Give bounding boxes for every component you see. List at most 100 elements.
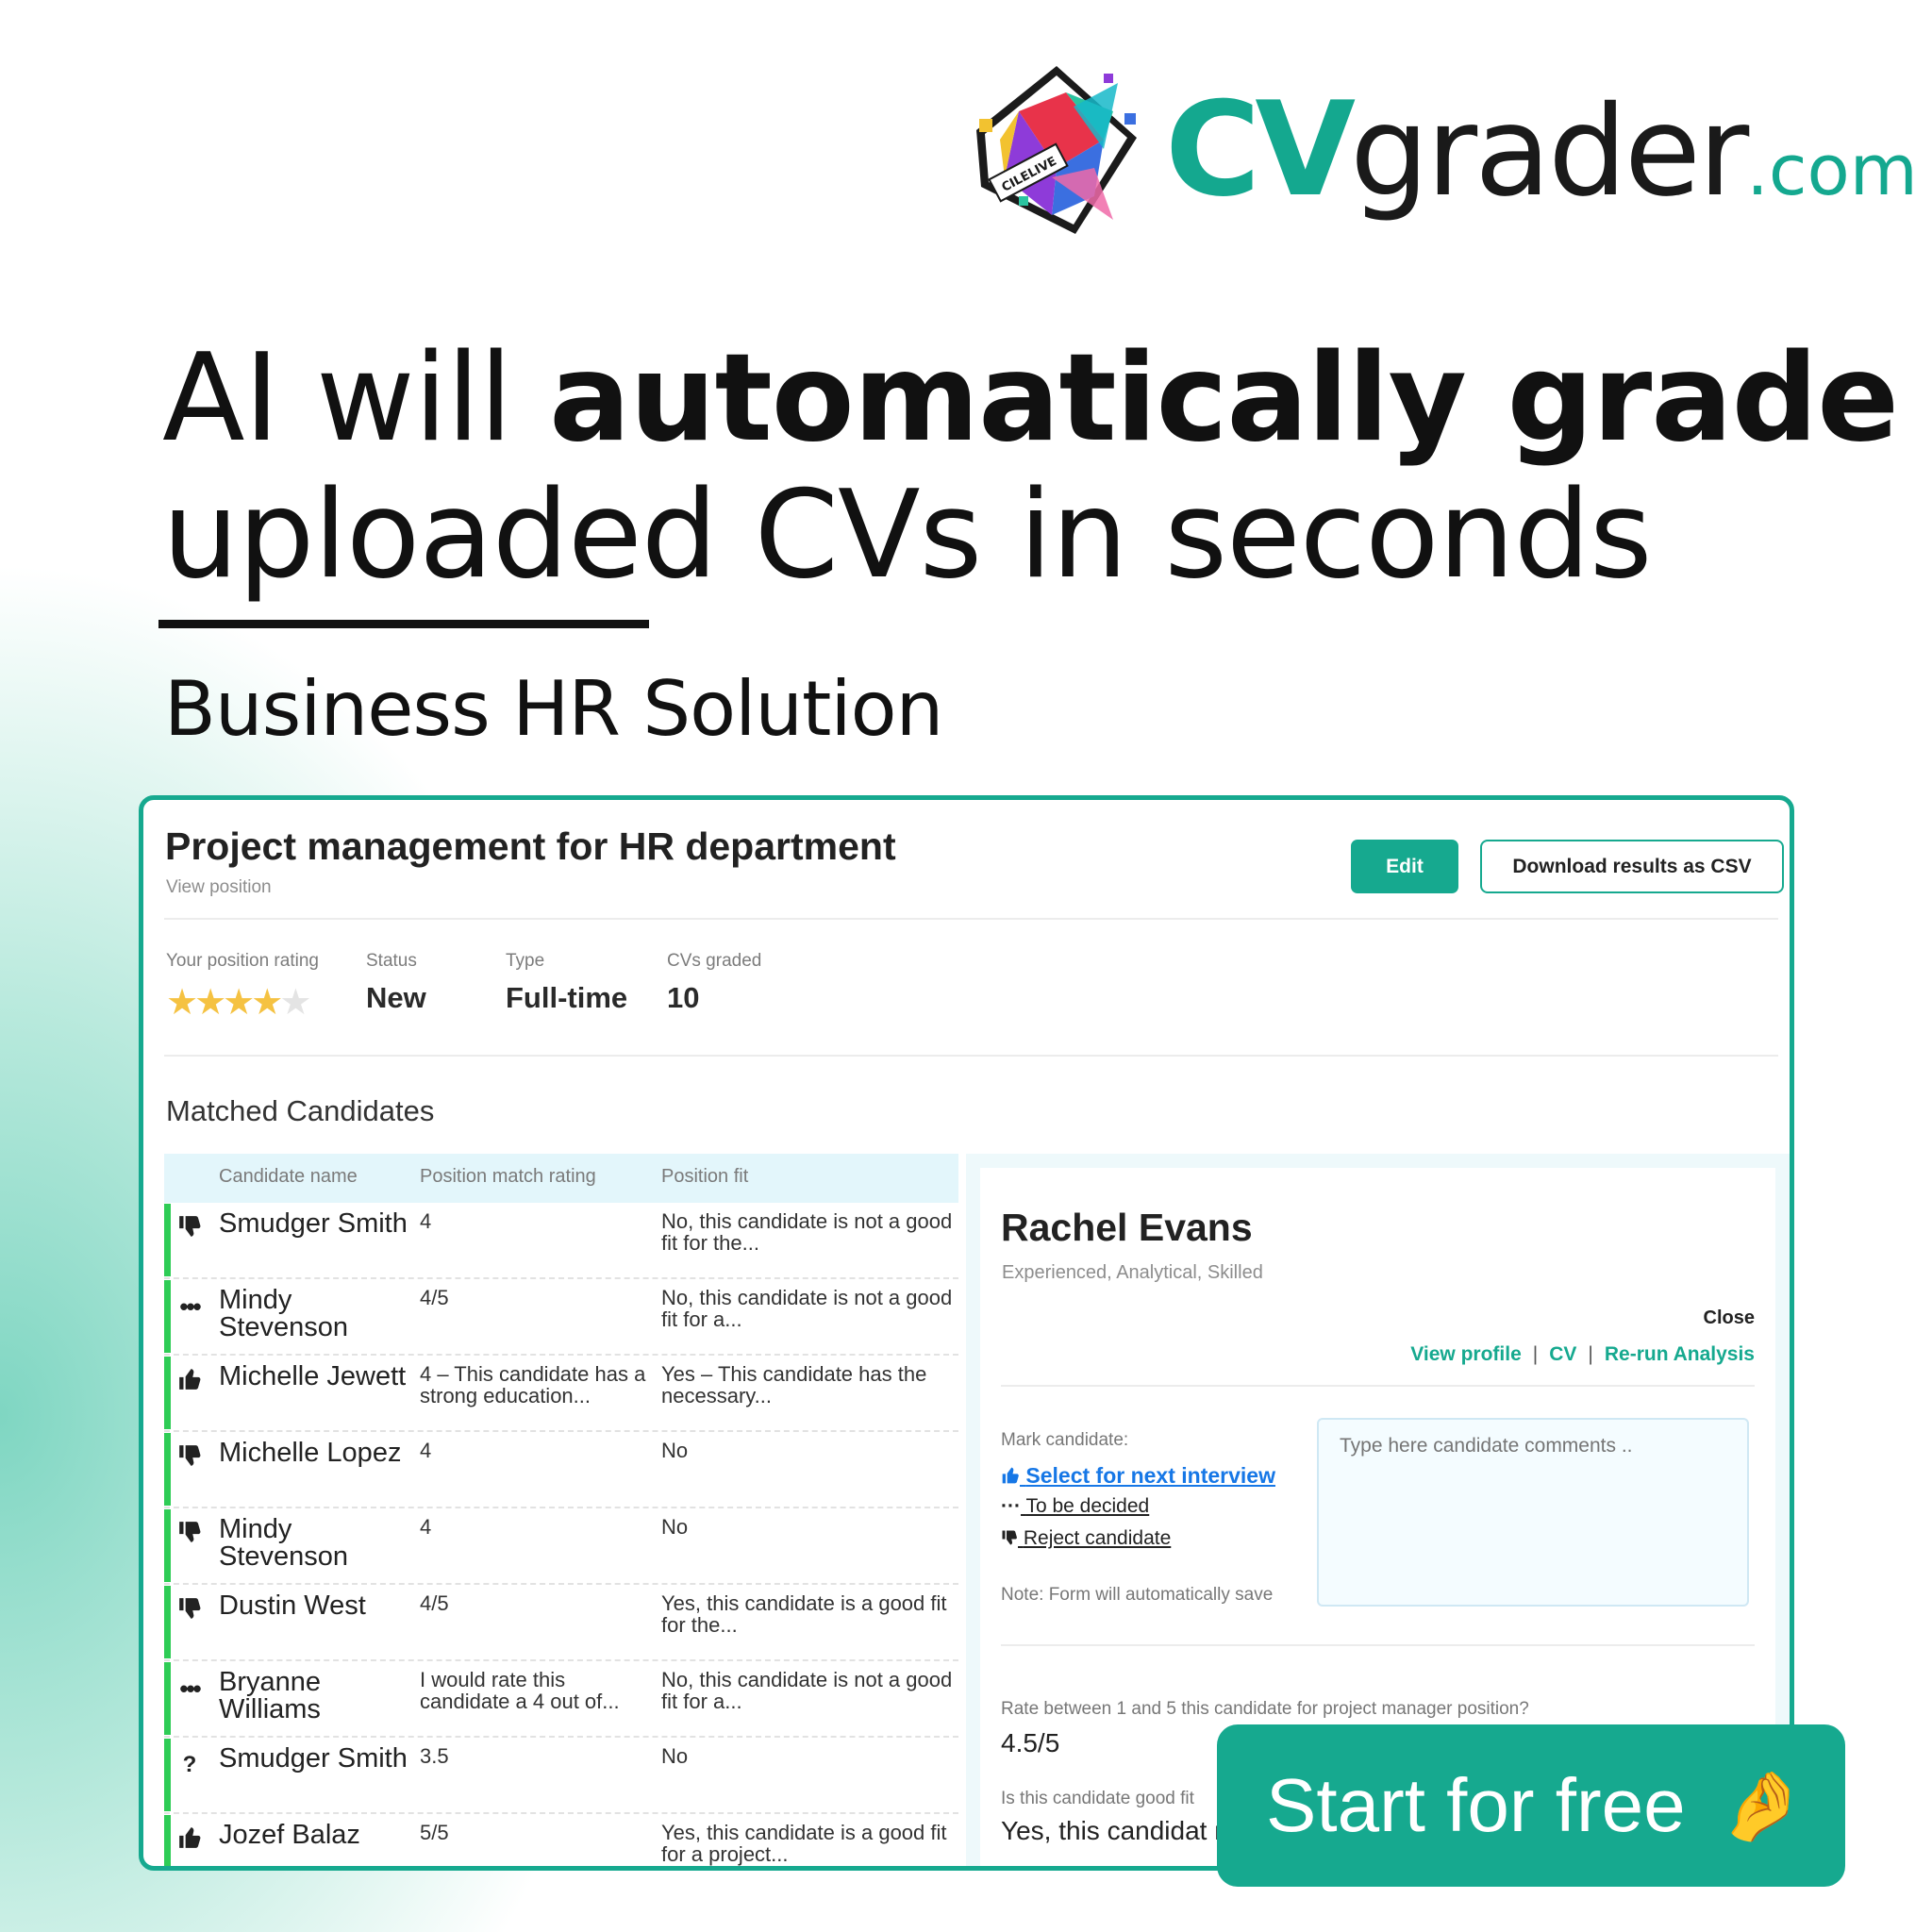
star-filled-icon[interactable]: ★ — [251, 983, 283, 1023]
position-title: Project management for HR department — [165, 824, 896, 868]
star-empty-icon[interactable]: ★ — [279, 983, 311, 1023]
reject-candidate-option[interactable]: Reject candidate — [1001, 1527, 1171, 1550]
row-status-bar — [164, 1280, 171, 1353]
match-rating-cell: 4 — [420, 1439, 432, 1462]
position-fit-cell: No — [661, 1515, 689, 1539]
headline-underline — [158, 620, 649, 628]
cvgrader-logo: CILELIVE CVgrader.com — [962, 55, 1918, 243]
header-divider — [164, 918, 1778, 920]
logo-wordmark: CVgrader.com — [1165, 74, 1918, 225]
type-label: Type — [506, 951, 545, 971]
rating-label: Your position rating — [166, 951, 319, 971]
ellipsis-icon: ••• — [179, 1674, 201, 1703]
logo-grader: grader — [1350, 79, 1749, 225]
table-row[interactable]: Dustin West 4/5 Yes, this candidate is a g… — [164, 1585, 958, 1661]
view-profile-link[interactable]: View profile — [1410, 1343, 1521, 1365]
candidate-comments-input[interactable] — [1317, 1418, 1749, 1607]
table-row[interactable]: Jozef Balaz 5/5 Yes, this candidate is a g… — [164, 1814, 958, 1866]
position-fit-cell: No, this candidate is not a good fit for… — [661, 1209, 953, 1255]
position-fit-cell: Yes – This candidate has the necessary..… — [661, 1362, 927, 1407]
thumbs-up-icon — [174, 1825, 206, 1857]
position-fit-cell: Yes, this candidate is a good fit for th… — [661, 1591, 947, 1637]
subtitle: Business HR Solution — [164, 665, 943, 753]
match-rating-cell: 4/5 — [420, 1591, 449, 1615]
candidate-name-cell[interactable]: Smudger Smith — [219, 1210, 422, 1238]
headline-part-2: automatically grade — [549, 328, 1899, 469]
candidate-name-cell[interactable]: Smudger Smith — [219, 1745, 422, 1773]
select-for-interview-option[interactable]: Select for next interview — [1001, 1463, 1275, 1489]
table-row[interactable]: Michelle Lopez 4 No — [164, 1432, 958, 1508]
matched-candidates-title: Matched Candidates — [166, 1094, 435, 1127]
select-for-interview-label: Select for next interview — [1025, 1463, 1275, 1488]
table-row[interactable]: Michelle Jewett 4 – This candidate has a … — [164, 1356, 958, 1432]
view-position-link[interactable]: View position — [166, 877, 272, 898]
logo-cv: CV — [1165, 74, 1356, 225]
meta-cvs-graded: CVs graded 10 — [667, 951, 761, 1015]
star-filled-icon[interactable]: ★ — [223, 983, 255, 1023]
position-fit-cell: No, this candidate is not a good fit for… — [661, 1286, 953, 1331]
rating-answer: 4.5/5 — [1001, 1728, 1060, 1757]
link-separator: | — [1588, 1343, 1593, 1365]
thumbs-down-icon — [174, 1443, 206, 1475]
headline: AI will automatically grade uploaded CVs… — [162, 328, 1899, 606]
column-header-name[interactable]: Candidate name — [219, 1166, 358, 1188]
to-be-decided-option[interactable]: ··· To be decided — [1001, 1495, 1149, 1518]
headline-line-2: uploaded CVs in seconds — [162, 465, 1653, 606]
download-csv-button[interactable]: Download results as CSV — [1480, 840, 1784, 893]
logo-com: .com — [1746, 130, 1918, 211]
graded-label: CVs graded — [667, 951, 762, 971]
column-header-fit[interactable]: Position fit — [661, 1166, 748, 1188]
star-filled-icon[interactable]: ★ — [166, 983, 198, 1023]
cta-label: Start for free — [1266, 1763, 1686, 1847]
column-header-rating[interactable]: Position match rating — [420, 1166, 596, 1188]
meta-type: Type Full-time — [506, 951, 627, 1015]
ellipsis-icon: ••• — [179, 1292, 201, 1321]
candidate-name-cell[interactable]: Mindy Stevenson — [219, 1516, 422, 1571]
position-fit-cell: No, this candidate is not a good fit for… — [661, 1668, 953, 1713]
thumbs-up-icon — [174, 1367, 206, 1399]
edit-button[interactable]: Edit — [1351, 840, 1458, 893]
start-for-free-button[interactable]: Start for free 🤌 — [1217, 1724, 1845, 1887]
match-rating-cell: 4 — [420, 1209, 432, 1233]
meta-status: Status New — [366, 951, 426, 1015]
panel-divider — [1001, 1644, 1755, 1646]
match-rating-cell: 4/5 — [420, 1286, 449, 1309]
candidate-name-cell[interactable]: Michelle Jewett — [219, 1363, 422, 1391]
table-row[interactable]: ? Smudger Smith 3.5 No — [164, 1738, 958, 1814]
candidate-name-cell[interactable]: Michelle Lopez — [219, 1440, 422, 1467]
candidate-name-cell[interactable]: Mindy Stevenson — [219, 1287, 422, 1341]
fit-question: Is this candidate good fit — [1001, 1789, 1194, 1808]
rerun-analysis-link[interactable]: Re-run Analysis — [1605, 1343, 1755, 1365]
status-label: Status — [366, 951, 417, 971]
table-row[interactable]: Smudger Smith 4 No, this candidate is not … — [164, 1203, 958, 1279]
match-rating-cell: 4 – This candidate has a strong educatio… — [420, 1362, 646, 1407]
rating-question: Rate between 1 and 5 this candidate for … — [1001, 1699, 1529, 1719]
headline-line-1: AI will automatically grade — [162, 328, 1899, 469]
type-value: Full-time — [506, 981, 628, 1014]
row-status-bar — [164, 1433, 171, 1506]
star-filled-icon[interactable]: ★ — [194, 983, 226, 1023]
position-fit-cell: Yes, this candidate is a good fit for a … — [661, 1821, 947, 1866]
table-row[interactable]: Mindy Stevenson 4 No — [164, 1508, 958, 1585]
meta-rating: Your position rating ★★★★★ — [166, 951, 319, 1021]
position-fit-cell: No — [661, 1744, 689, 1768]
candidate-name-cell[interactable]: Bryanne Williams — [219, 1669, 422, 1724]
link-separator: | — [1532, 1343, 1539, 1365]
table-row[interactable]: ••• Mindy Stevenson 4/5 No, this candidate … — [164, 1279, 958, 1356]
candidate-name-cell[interactable]: Jozef Balaz — [219, 1822, 422, 1849]
close-button[interactable]: Close — [1704, 1307, 1755, 1329]
table-body: Smudger Smith 4 No, this candidate is not … — [164, 1203, 958, 1866]
thumbs-down-icon — [174, 1596, 206, 1628]
panel-divider — [1001, 1385, 1755, 1387]
rating-stars[interactable]: ★★★★★ — [166, 985, 319, 1021]
row-status-bar — [164, 1357, 171, 1429]
row-status-bar — [164, 1662, 171, 1735]
cv-link[interactable]: CV — [1549, 1343, 1576, 1365]
pinched-fingers-icon: 🤌 — [1719, 1768, 1805, 1844]
candidate-links: View profile | CV | Re-run Analysis — [1410, 1343, 1755, 1366]
mark-candidate-label: Mark candidate: — [1001, 1430, 1129, 1450]
candidate-name-cell[interactable]: Dustin West — [219, 1592, 422, 1620]
candidate-tags: Experienced, Analytical, Skilled — [1002, 1262, 1263, 1283]
table-row[interactable]: ••• Bryanne Williams I would rate this can… — [164, 1661, 958, 1738]
reject-candidate-label: Reject candidate — [1023, 1527, 1172, 1549]
